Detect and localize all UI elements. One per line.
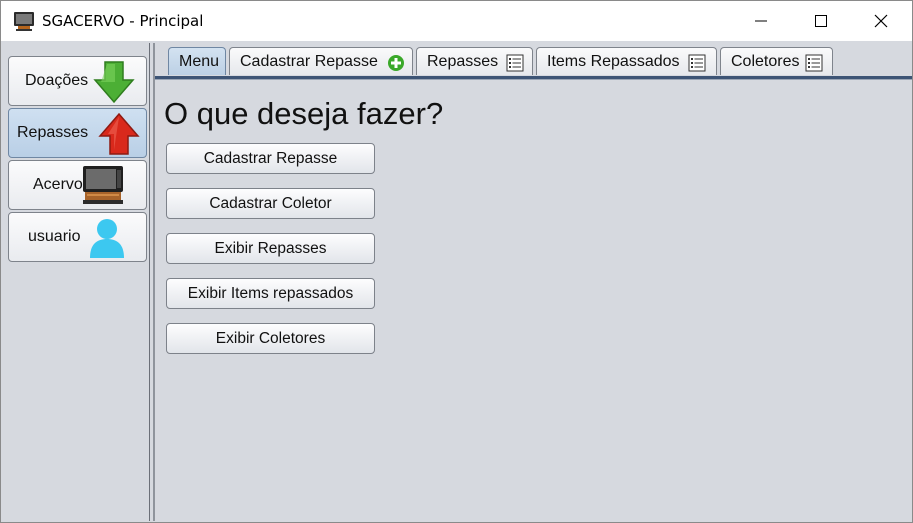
- sidebar-item-doacoes[interactable]: Doações: [8, 56, 147, 106]
- green-down-arrow-icon: [93, 61, 135, 104]
- computer-app-icon: [14, 12, 34, 31]
- tab-repasses[interactable]: Repasses: [416, 47, 533, 75]
- sidebar-item-label: Acervo: [33, 176, 83, 193]
- tab-cadastrar-repasse[interactable]: Cadastrar Repasse: [229, 47, 413, 75]
- red-up-arrow-icon: [98, 112, 140, 155]
- tab-coletores[interactable]: Coletores: [720, 47, 833, 75]
- tab-label: Repasses: [427, 53, 499, 70]
- green-plus-icon: [388, 55, 404, 71]
- exibir-coletores-button[interactable]: Exibir Coletores: [166, 323, 375, 354]
- tab-label: Items Repassados: [547, 53, 680, 70]
- sidebar-item-label: Doações: [25, 72, 89, 89]
- minimize-icon: [755, 20, 767, 22]
- list-icon: [805, 54, 823, 72]
- minimize-button[interactable]: [738, 1, 784, 41]
- tab-label: Menu: [179, 53, 220, 70]
- sidebar-item-acervo[interactable]: Acervo: [8, 160, 147, 210]
- tab-menu[interactable]: Menu: [168, 47, 226, 75]
- sidebar: Doações Repasses Acervo usuario: [3, 43, 150, 521]
- tab-items-repassados[interactable]: Items Repassados: [536, 47, 717, 75]
- main-panel: Menu Cadastrar Repasse Repasses Items Re…: [153, 43, 912, 521]
- main-window: SGACERVO - Principal Doações Repasses Ac…: [0, 0, 913, 523]
- computer-icon: [83, 166, 123, 204]
- close-button[interactable]: [858, 1, 904, 41]
- list-icon: [506, 54, 524, 72]
- exibir-items-repassados-button[interactable]: Exibir Items repassados: [166, 278, 375, 309]
- cadastrar-coletor-button[interactable]: Cadastrar Coletor: [166, 188, 375, 219]
- tab-bar: Menu Cadastrar Repasse Repasses Items Re…: [155, 43, 912, 80]
- tab-underline: [155, 76, 912, 80]
- sidebar-item-label: usuario: [28, 228, 81, 245]
- user-icon: [90, 219, 124, 258]
- close-icon: [874, 14, 888, 28]
- title-bar: SGACERVO - Principal: [1, 1, 912, 41]
- page-title: O que deseja fazer?: [164, 96, 444, 131]
- sidebar-item-label: Repasses: [17, 124, 89, 141]
- tab-label: Cadastrar Repasse: [240, 53, 378, 70]
- cadastrar-repasse-button[interactable]: Cadastrar Repasse: [166, 143, 375, 174]
- sidebar-item-repasses[interactable]: Repasses: [8, 108, 147, 158]
- tab-label: Coletores: [731, 53, 800, 70]
- window-title: SGACERVO - Principal: [42, 12, 204, 30]
- sidebar-item-usuario[interactable]: usuario: [8, 212, 147, 262]
- maximize-icon: [815, 15, 827, 27]
- list-icon: [688, 54, 706, 72]
- exibir-repasses-button[interactable]: Exibir Repasses: [166, 233, 375, 264]
- maximize-button[interactable]: [798, 1, 844, 41]
